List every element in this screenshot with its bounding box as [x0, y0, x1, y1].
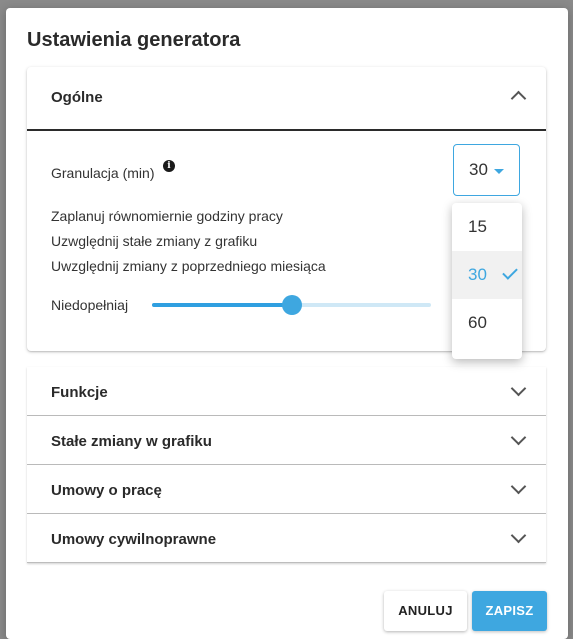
- slider-label: Niedopełniaj: [51, 297, 129, 313]
- chevron-up-icon[interactable]: [510, 90, 527, 107]
- dropdown-option-15[interactable]: 15: [452, 203, 522, 251]
- dropdown-option-label: 30: [468, 265, 487, 284]
- dropdown-option-label: 60: [468, 313, 487, 332]
- slider-thumb[interactable]: [281, 295, 302, 315]
- dropdown-option-60[interactable]: 60: [452, 299, 522, 347]
- section-fixed-shifts[interactable]: Stałe zmiany w grafiku: [27, 416, 546, 465]
- granulation-label: Granulacja (min): [51, 165, 155, 181]
- dropdown-option-label: 15: [468, 217, 487, 236]
- underfill-slider[interactable]: [152, 295, 431, 315]
- dropdown-option-30[interactable]: 30: [452, 251, 522, 299]
- section-title: Stałe zmiany w grafiku: [51, 433, 212, 450]
- slider-fill: [152, 303, 292, 307]
- section-title: Umowy o pracę: [51, 482, 162, 499]
- general-panel-header[interactable]: Ogólne: [27, 67, 546, 131]
- section-functions[interactable]: Funkcje: [27, 367, 546, 416]
- chevron-down-icon[interactable]: [510, 380, 527, 397]
- general-panel-title: Ogólne: [51, 89, 103, 106]
- option-even-hours[interactable]: Zaplanuj równomiernie godziny pracy: [51, 208, 283, 224]
- check-icon: [502, 264, 518, 280]
- granulation-select[interactable]: 30: [453, 144, 520, 196]
- save-button[interactable]: ZAPISZ: [472, 591, 547, 631]
- generator-settings-dialog: Ustawienia generatora Ogólne Granulacja …: [6, 8, 568, 639]
- option-previous-month[interactable]: Uwzględnij zmiany z poprzedniego miesiąc…: [51, 258, 326, 274]
- section-title: Funkcje: [51, 384, 108, 401]
- section-civil-contracts[interactable]: Umowy cywilnoprawne: [27, 514, 546, 563]
- section-employment-contracts[interactable]: Umowy o pracę: [27, 465, 546, 514]
- info-icon[interactable]: i: [163, 160, 175, 172]
- cancel-button[interactable]: ANULUJ: [384, 591, 467, 631]
- granulation-select-value: 30: [469, 160, 488, 179]
- dialog-title: Ustawienia generatora: [27, 29, 241, 51]
- granulation-dropdown-menu: 15 30 60: [452, 203, 522, 359]
- option-fixed-shifts[interactable]: Uzwględnij stałe zmiany z grafiku: [51, 233, 257, 249]
- chevron-down-icon[interactable]: [510, 527, 527, 544]
- section-title: Umowy cywilnoprawne: [51, 531, 217, 548]
- chevron-down-icon[interactable]: [510, 478, 527, 495]
- chevron-down-icon[interactable]: [510, 429, 527, 446]
- caret-down-icon: [494, 169, 504, 174]
